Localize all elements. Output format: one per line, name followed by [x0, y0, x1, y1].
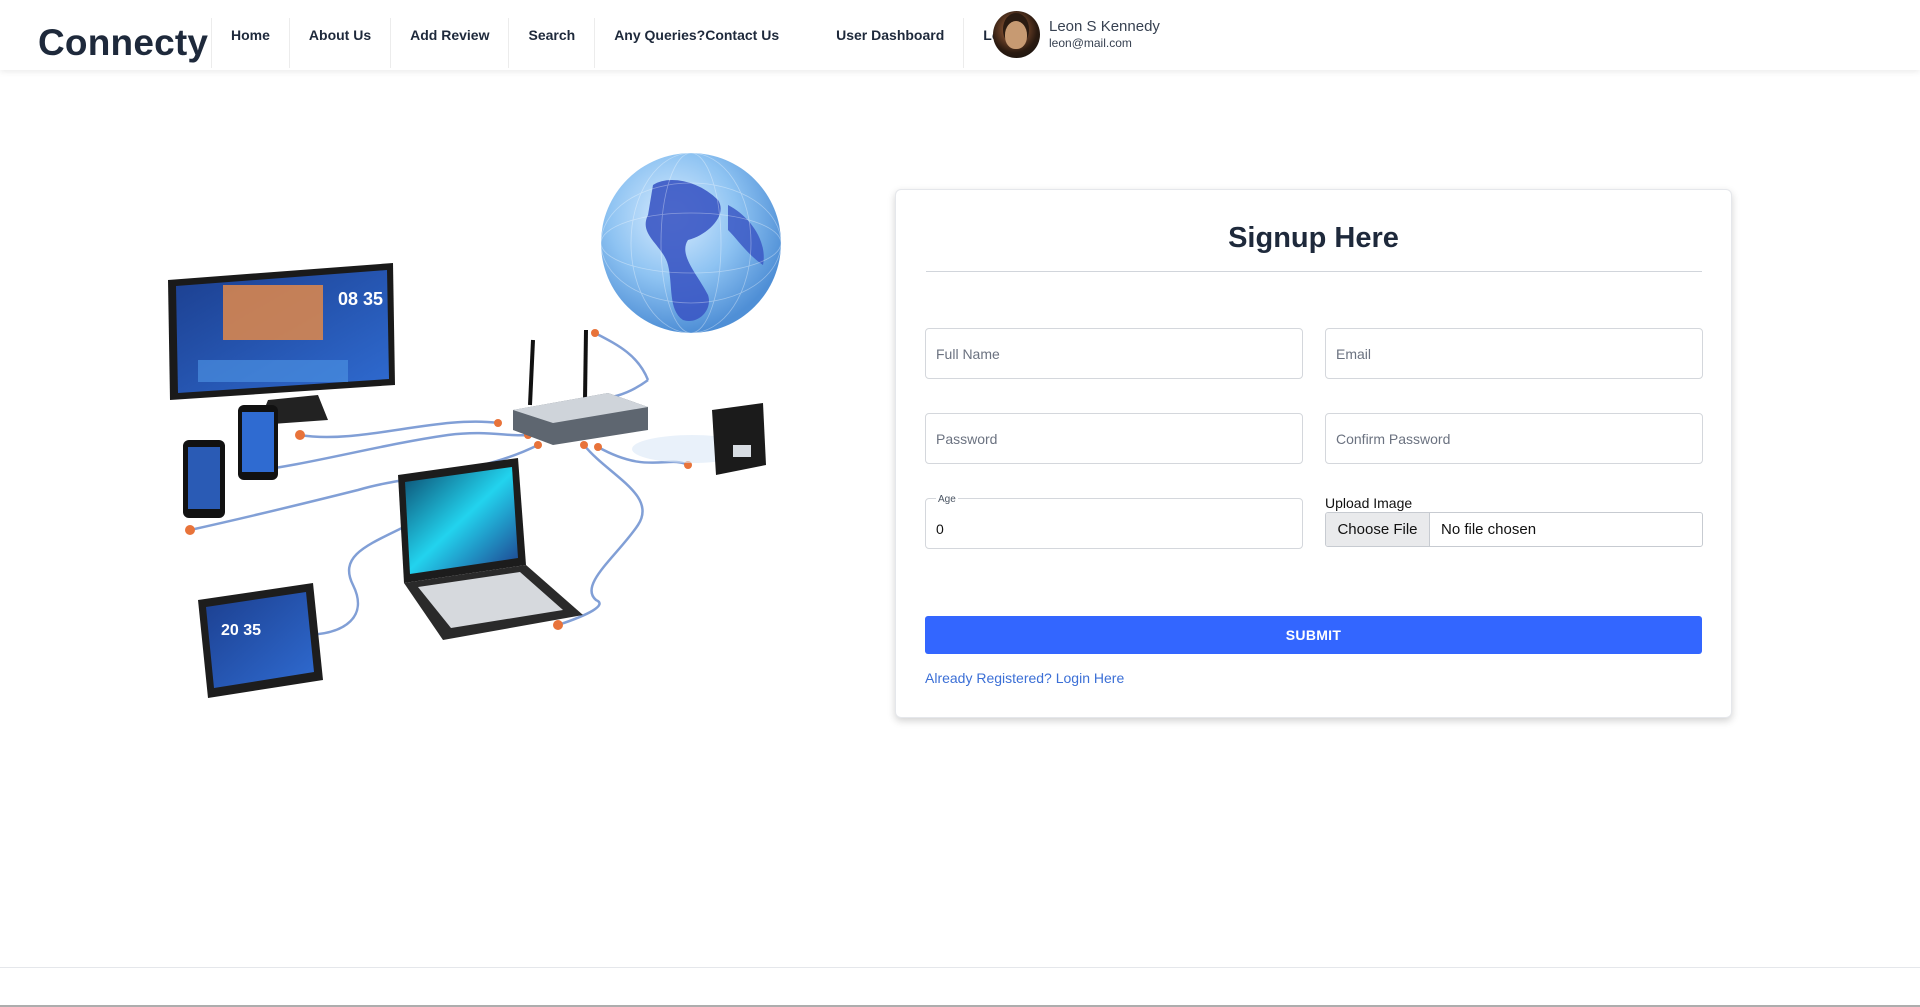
nav-about-us[interactable]: About Us	[288, 18, 390, 68]
user-email: leon@mail.com	[1049, 36, 1132, 50]
brand-logo[interactable]: Connecty	[38, 22, 208, 64]
hard-drive-icon	[712, 403, 766, 475]
age-label: Age	[936, 494, 958, 505]
file-status-text: No file chosen	[1441, 521, 1537, 538]
age-input[interactable]	[926, 499, 1302, 548]
nav-user-dashboard[interactable]: User Dashboard	[817, 18, 963, 68]
top-navbar: Connecty Home About Us Add Review Search…	[0, 0, 1920, 70]
tablet-time: 20 35	[221, 622, 261, 639]
main-nav: Home About Us Add Review Search Any Quer…	[211, 18, 1050, 68]
signup-title: Signup Here	[1228, 222, 1399, 254]
user-info: Leon S Kennedy leon@mail.com	[1049, 18, 1160, 51]
tv-icon: 08 35	[168, 263, 395, 425]
signup-card: Signup Here Age Upload Image Choose File…	[895, 189, 1732, 718]
smartphone-icon	[183, 405, 278, 518]
avatar	[993, 11, 1040, 58]
full-name-field	[925, 328, 1303, 379]
submit-button[interactable]: SUBMIT	[925, 616, 1702, 654]
user-name: Leon S Kennedy	[1049, 18, 1160, 35]
password-field	[925, 413, 1303, 464]
footer-divider	[0, 967, 1920, 968]
nav-contact-us[interactable]: Contact Us	[705, 18, 817, 68]
confirm-password-input[interactable]	[1326, 414, 1702, 463]
title-divider	[926, 271, 1702, 272]
file-upload-input[interactable]: Choose File No file chosen	[1325, 512, 1703, 547]
network-devices-illustration: 08 35 20 35	[168, 152, 782, 698]
choose-file-button[interactable]: Choose File	[1326, 513, 1430, 546]
tablet-icon: 20 35	[198, 583, 323, 698]
full-name-input[interactable]	[926, 329, 1302, 378]
upload-image-label: Upload Image	[1325, 495, 1413, 511]
nav-home[interactable]: Home	[211, 18, 289, 68]
router-icon	[513, 329, 648, 445]
tv-time: 08 35	[338, 289, 383, 309]
user-profile[interactable]: Leon S Kennedy leon@mail.com	[993, 11, 1160, 58]
nav-search[interactable]: Search	[508, 18, 594, 68]
login-link[interactable]: Already Registered? Login Here	[925, 670, 1124, 686]
password-input[interactable]	[926, 414, 1302, 463]
confirm-password-field	[1325, 413, 1703, 464]
age-field: Age	[925, 494, 1303, 549]
email-field	[1325, 328, 1703, 379]
email-input[interactable]	[1326, 329, 1702, 378]
laptop-icon	[398, 458, 583, 640]
nav-add-review[interactable]: Add Review	[390, 18, 508, 68]
nav-any-queries[interactable]: Any Queries?	[594, 18, 705, 68]
